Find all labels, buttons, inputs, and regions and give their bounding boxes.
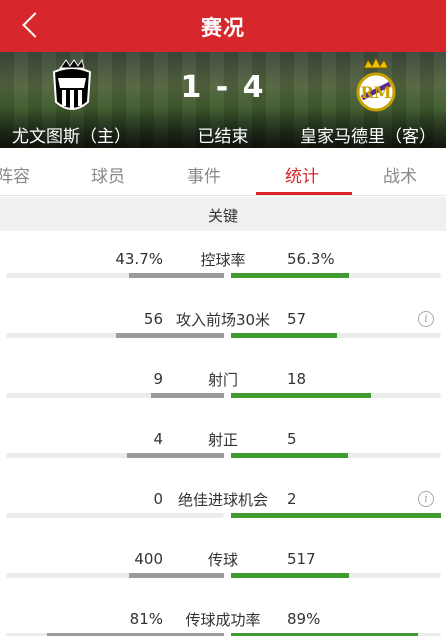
real-madrid-crest-icon[interactable]: RM [352, 58, 400, 118]
active-tab-indicator [256, 192, 352, 195]
top-bar: 赛况 [0, 0, 446, 52]
tab-events[interactable]: 事件 [187, 162, 221, 187]
away-bar-fill [231, 573, 349, 578]
stat-row: 43.7% 控球率 56.3% [0, 240, 446, 300]
tab-bar: 阵容 球员 事件 统计 战术 [0, 148, 446, 196]
tab-tactics[interactable]: 战术 [383, 162, 417, 187]
stat-label: 射门 [207, 371, 238, 389]
stat-label: 传球 [207, 551, 238, 569]
away-bar-fill [231, 393, 371, 398]
home-bar-fill [129, 573, 224, 578]
stat-row: 56 攻入前场30米 57 i [0, 300, 446, 360]
away-bar-fill [231, 453, 348, 458]
home-bar-fill [127, 453, 224, 458]
away-stat-value: 2 [287, 490, 297, 508]
home-bar-fill [116, 333, 224, 338]
stat-label: 绝佳进球机会 [177, 491, 268, 509]
away-stat-value: 5 [287, 430, 297, 448]
away-stat-value: 89% [287, 610, 321, 628]
away-bar-fill [231, 333, 337, 338]
away-stat-value: 57 [287, 310, 307, 328]
tab-players[interactable]: 球员 [91, 162, 125, 187]
away-stat-value: 18 [287, 370, 307, 388]
tab-stats[interactable]: 统计 [285, 162, 319, 187]
stat-label: 射正 [207, 431, 238, 449]
svg-text:RM: RM [360, 83, 391, 102]
home-bar-fill [151, 393, 224, 398]
stat-row: 9 射门 18 [0, 360, 446, 420]
stat-row: 81% 传球成功率 89% [0, 600, 446, 636]
stat-row: 400 传球 517 [0, 540, 446, 600]
info-icon[interactable]: i [418, 311, 434, 327]
stat-label: 传球成功率 [185, 611, 261, 629]
section-header: 关键 [0, 197, 446, 231]
stat-label: 攻入前场30米 [175, 311, 271, 329]
away-bar-fill [231, 273, 349, 278]
away-stat-value: 517 [287, 550, 316, 568]
section-title: 关键 [207, 207, 238, 225]
stat-row: 0 绝佳进球机会 2 i [0, 480, 446, 540]
away-bar-fill [231, 513, 441, 518]
away-stat-value: 56.3% [287, 250, 335, 268]
stat-row: 4 射正 5 [0, 420, 446, 480]
tab-lineup[interactable]: 阵容 [0, 162, 30, 187]
stat-label: 控球率 [200, 251, 246, 269]
page-title: 赛况 [201, 16, 245, 40]
match-header: 1 - 4 RM 尤文图斯（主） 已结束 皇家马德里（客） [0, 52, 446, 148]
away-team-name: 皇家马德里（客） [300, 127, 436, 147]
home-bar-fill [129, 273, 224, 278]
info-icon[interactable]: i [418, 491, 434, 507]
home-bar-track [6, 513, 224, 518]
